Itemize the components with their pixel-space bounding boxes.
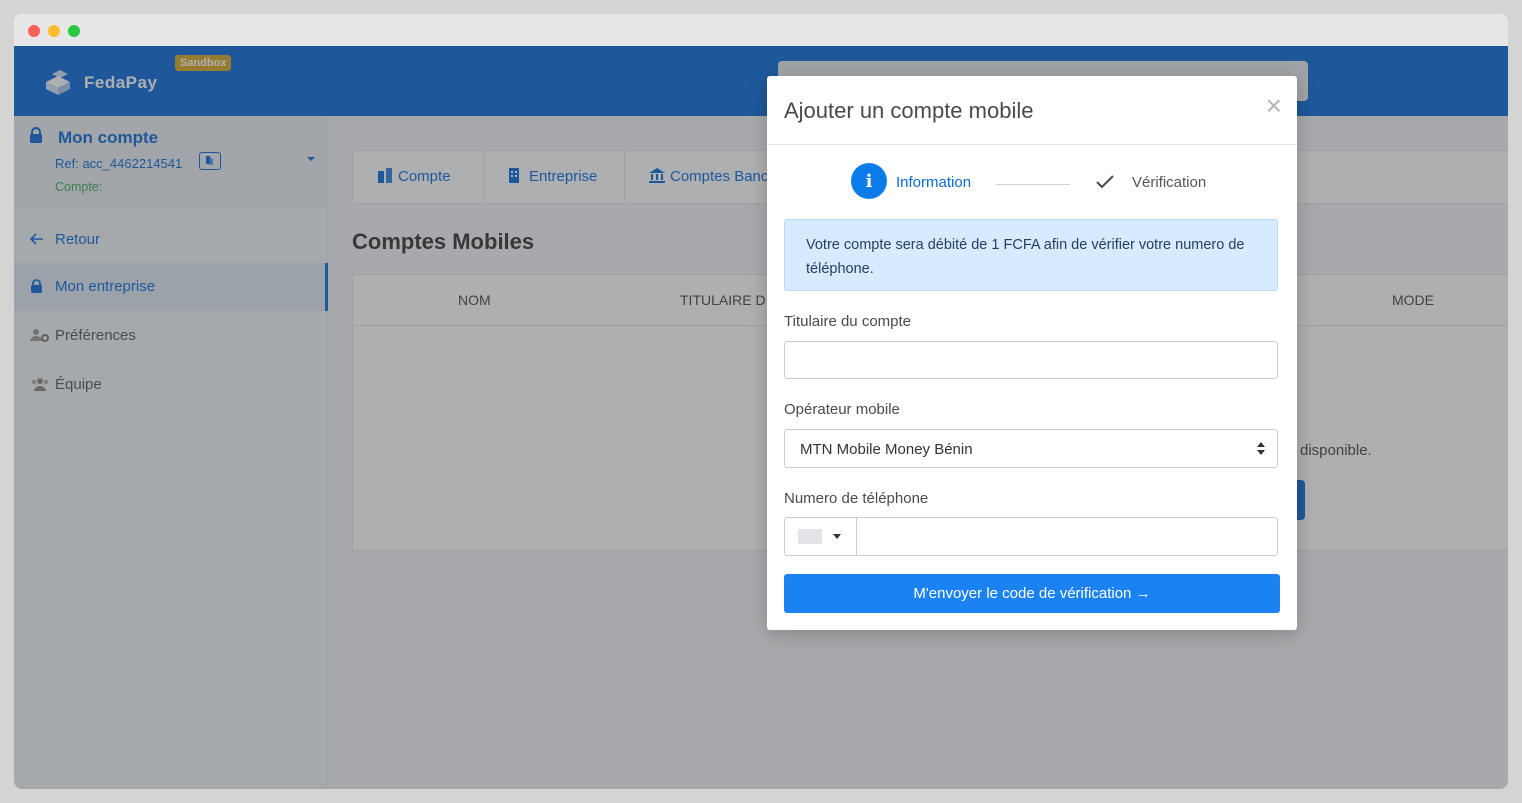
- select-arrows-icon: [1257, 442, 1265, 455]
- step-verification-label: Vérification: [1132, 174, 1207, 191]
- operateur-selected-value: MTN Mobile Money Bénin: [800, 441, 973, 458]
- phone-number-input[interactable]: [857, 518, 1277, 555]
- close-icon[interactable]: ×: [1266, 92, 1282, 120]
- window-titlebar: [14, 14, 1508, 46]
- info-alert: Votre compte sera débité de 1 FCFA afin …: [784, 219, 1278, 291]
- step-information-label: Information: [896, 174, 972, 191]
- country-code-dropdown[interactable]: [785, 518, 857, 555]
- maximize-window-button[interactable]: [68, 25, 80, 37]
- minimize-window-button[interactable]: [48, 25, 60, 37]
- add-mobile-account-modal: Ajouter un compte mobile × i Information…: [767, 76, 1297, 630]
- close-window-button[interactable]: [28, 25, 40, 37]
- step-information-indicator: i: [851, 163, 887, 199]
- titulaire-label: Titulaire du compte: [784, 313, 912, 330]
- operateur-select[interactable]: MTN Mobile Money Bénin: [784, 429, 1278, 468]
- step-connector: [996, 184, 1070, 185]
- info-icon: i: [865, 171, 873, 192]
- modal-header: Ajouter un compte mobile ×: [767, 76, 1297, 145]
- numero-label: Numero de téléphone: [784, 490, 929, 507]
- titulaire-input[interactable]: [784, 341, 1278, 379]
- phone-field: [784, 517, 1278, 556]
- check-icon: [1096, 175, 1114, 189]
- operateur-label: Opérateur mobile: [784, 401, 900, 418]
- country-flag-icon: [798, 529, 822, 544]
- modal-title: Ajouter un compte mobile: [784, 98, 1034, 123]
- stepper: i Information Vérification: [767, 144, 1297, 218]
- caret-down-icon: [833, 534, 841, 539]
- send-verification-code-button[interactable]: M'envoyer le code de vérification →: [784, 574, 1280, 613]
